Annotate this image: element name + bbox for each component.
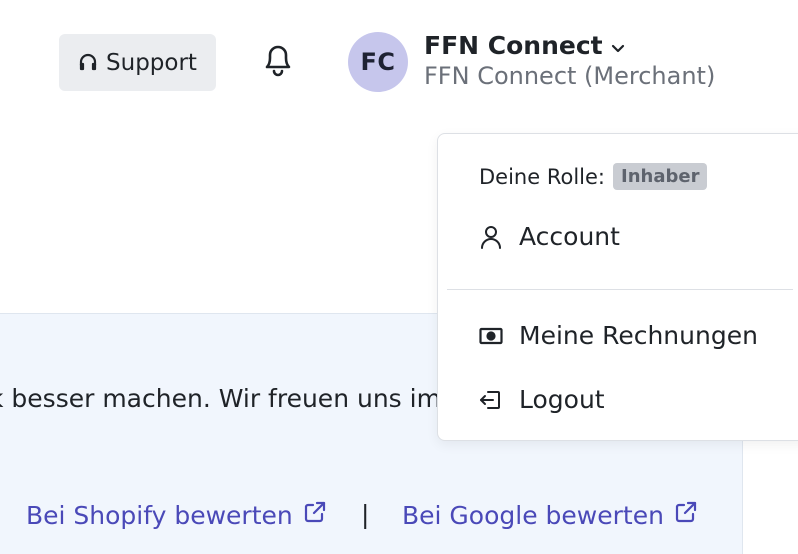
role-label: Deine Rolle: bbox=[479, 164, 605, 189]
shopify-link-label: Bei Shopify bewerten bbox=[26, 500, 293, 530]
shopify-review-link[interactable]: Bei Shopify bewerten bbox=[26, 500, 327, 530]
menu-item-invoices[interactable]: Meine Rechnungen bbox=[479, 321, 758, 350]
account-dropdown: Deine Rolle: Inhaber Account Meine Rechn… bbox=[437, 133, 798, 441]
role-line: Deine Rolle: Inhaber bbox=[479, 163, 708, 190]
menu-item-label: Meine Rechnungen bbox=[519, 321, 758, 350]
user-icon bbox=[479, 225, 503, 249]
role-badge: Inhaber bbox=[613, 163, 708, 190]
invoice-icon bbox=[479, 324, 503, 348]
menu-divider bbox=[447, 289, 793, 290]
bell-icon[interactable] bbox=[259, 37, 297, 81]
google-review-link[interactable]: Bei Google bewerten bbox=[402, 500, 698, 530]
headset-icon bbox=[78, 52, 98, 74]
external-link-icon bbox=[674, 500, 698, 530]
link-separator: | bbox=[361, 500, 370, 529]
external-link-icon bbox=[303, 500, 327, 530]
account-name: FFN Connect bbox=[424, 31, 603, 60]
google-link-label: Bei Google bewerten bbox=[402, 500, 664, 530]
chevron-down-icon bbox=[611, 31, 625, 60]
support-label: Support bbox=[106, 49, 197, 76]
menu-item-label: Logout bbox=[519, 385, 605, 414]
menu-item-label: Account bbox=[519, 222, 620, 251]
menu-item-account[interactable]: Account bbox=[479, 222, 620, 251]
account-subtitle: FFN Connect (Merchant) bbox=[424, 62, 716, 90]
logout-icon bbox=[479, 388, 503, 412]
avatar[interactable]: FC bbox=[348, 32, 408, 92]
support-button[interactable]: Support bbox=[59, 34, 216, 91]
menu-item-logout[interactable]: Logout bbox=[479, 385, 605, 414]
account-menu-toggle[interactable]: FFN Connect bbox=[424, 31, 625, 60]
banner-text: k besser machen. Wir freuen uns im bbox=[0, 384, 441, 413]
avatar-initials: FC bbox=[360, 48, 396, 76]
